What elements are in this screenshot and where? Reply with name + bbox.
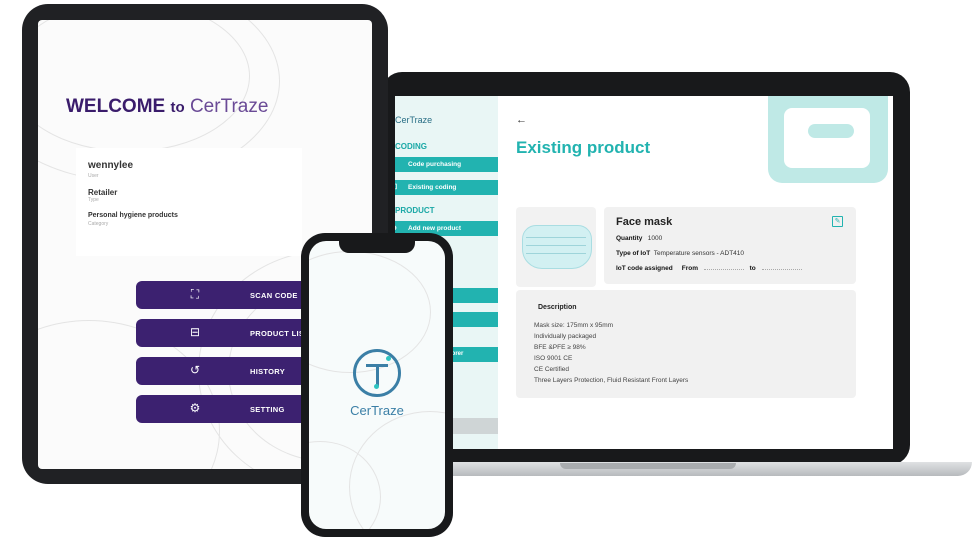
- certraze-logo-icon: [353, 349, 401, 397]
- mask-pleat: [526, 253, 586, 254]
- sidebar-item-code-purchasing[interactable]: ⌗ Code purchasing: [395, 157, 498, 172]
- description-line: ISO 9001 CE: [534, 355, 573, 362]
- description-card: Description Mask size: 175mm x 95mm Indi…: [516, 290, 856, 398]
- description-line: CE Certified: [534, 366, 570, 373]
- description-line: Three Layers Protection, Fluid Resistant…: [534, 377, 689, 384]
- description-line: Mask size: 175mm x 95mm: [534, 322, 614, 329]
- sidebar-section-product: PRODUCT: [395, 206, 435, 215]
- description-line: Individually packaged: [534, 333, 597, 340]
- phone-screen: CerTraze: [309, 241, 445, 529]
- logo-t-stem: [376, 364, 379, 386]
- plus-icon: ⊕: [395, 224, 397, 232]
- edit-icon[interactable]: ✎: [832, 216, 843, 227]
- back-arrow-icon[interactable]: ←: [516, 114, 527, 126]
- user-category-label: Category: [88, 221, 109, 227]
- from-field[interactable]: [703, 264, 744, 270]
- user-name-label: User: [88, 173, 99, 179]
- product-image: [516, 207, 596, 287]
- scan-icon: ⛶: [190, 287, 200, 301]
- user-type: Retailer: [88, 188, 118, 197]
- iot-code-row: IoT code assigned From to: [616, 264, 806, 272]
- laptop-main: ← Existing product Face mask ✎ Quantity …: [498, 96, 893, 449]
- sidebar-item-existing-coding[interactable]: ☐ Existing coding: [395, 180, 498, 195]
- phone-notch: [339, 241, 415, 253]
- user-info-card: wennylee User Retailer Type Personal hyg…: [76, 148, 302, 256]
- description-line: BFE &PFE ≥ 98%: [534, 344, 586, 351]
- mask-pleat: [526, 245, 586, 246]
- user-type-label: Type: [88, 197, 99, 203]
- decorative-box-inner: [784, 108, 870, 168]
- phone-brand-name: CerTraze: [350, 403, 404, 418]
- face-mask-icon: [522, 225, 592, 269]
- page-title: Existing product: [516, 138, 651, 157]
- logo-dot: [386, 356, 391, 361]
- product-card: Face mask ✎ Quantity 1000 Type of IoT Te…: [604, 207, 856, 284]
- decorative-pill: [808, 124, 854, 138]
- gear-icon: ⚙: [189, 401, 201, 415]
- product-name: Face mask: [616, 216, 673, 228]
- iot-type-row: Type of IoT Temperature sensors - ADT410: [616, 250, 745, 257]
- history-icon: ↺: [189, 363, 201, 377]
- laptop-screen: CerTraze CODING ⌗ Code purchasing ☐ Exis…: [395, 96, 893, 449]
- archive-icon: ⊟: [189, 325, 201, 339]
- user-category: Personal hygiene products: [88, 212, 178, 219]
- description-title: Description: [538, 304, 577, 311]
- welcome-heading: WELCOME to CerTraze: [66, 96, 269, 117]
- quantity-row: Quantity 1000: [616, 235, 663, 242]
- sidebar-brand: CerTraze: [395, 115, 433, 125]
- logo-dot: [374, 384, 379, 389]
- list-icon: ☐: [395, 183, 397, 191]
- sidebar-section-coding: CODING: [395, 142, 427, 151]
- laptop-notch: [560, 463, 736, 469]
- mask-pleat: [526, 237, 586, 238]
- to-field[interactable]: [761, 264, 802, 270]
- user-name: wennylee: [88, 160, 134, 171]
